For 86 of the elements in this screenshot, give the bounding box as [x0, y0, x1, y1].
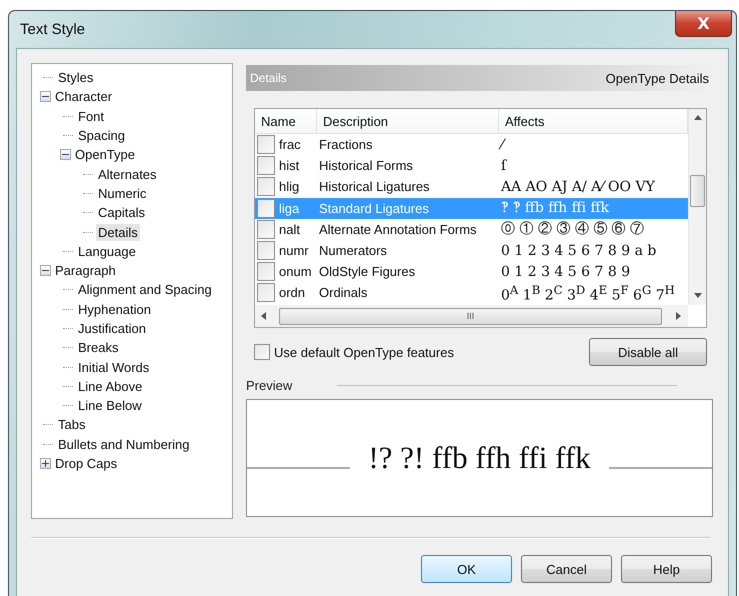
scroll-down-icon[interactable]: [694, 292, 702, 300]
checkbox[interactable]: [257, 177, 275, 196]
feature-name: liga: [278, 200, 300, 216]
tree-item[interactable]: Line Above: [76, 378, 144, 395]
tree-item[interactable]: OpenType: [73, 146, 137, 164]
vertical-scrollbar[interactable]: [688, 109, 706, 305]
scroll-left-icon[interactable]: [260, 312, 268, 320]
feature-sample: ⁄: [499, 136, 688, 153]
tree-item[interactable]: Drop Caps: [53, 455, 120, 472]
tree-item[interactable]: Justification: [76, 320, 148, 337]
column-header[interactable]: Description: [317, 109, 499, 133]
tree-item[interactable]: Details: [96, 224, 140, 241]
checkbox[interactable]: [257, 283, 275, 302]
tree-item[interactable]: Breaks: [76, 339, 120, 356]
checkbox[interactable]: [257, 135, 275, 154]
tree-item[interactable]: Font: [76, 108, 106, 125]
feature-sample: ſ: [500, 158, 508, 174]
checkbox[interactable]: [257, 262, 275, 282]
feature-name: numr: [278, 243, 309, 258]
checkbox[interactable]: [257, 241, 275, 260]
tree-item[interactable]: Capitals: [96, 204, 147, 222]
tree-item[interactable]: Alternates: [96, 166, 159, 183]
feature-description: OldStyle Figures: [318, 264, 416, 280]
feature-description: Ordinals: [318, 285, 368, 300]
feature-sample: AA AO AJ A/ A⁄ OO VY: [500, 178, 656, 195]
checkbox[interactable]: [257, 198, 275, 218]
feature-description: Fractions: [318, 137, 374, 152]
feature-description: Historical Ligatures: [318, 179, 431, 194]
feature-name: frac: [278, 137, 301, 152]
checkbox[interactable]: [257, 220, 275, 239]
feature-sample: 0 1 2 3 4 5 6 7 8 9: [500, 264, 632, 280]
checkbox[interactable]: [257, 156, 275, 176]
dialog-button[interactable]: Cancel: [521, 555, 612, 583]
tree-item[interactable]: Language: [76, 242, 138, 260]
feature-name: onum: [278, 264, 312, 280]
tree-item[interactable]: Alignment and Spacing: [76, 281, 214, 298]
feature-sample: ⓪ ① ② ③ ④ ⑤ ⑥ ⑦: [500, 220, 646, 238]
expand-icon[interactable]: [40, 458, 51, 470]
tree-item[interactable]: Paragraph: [53, 262, 118, 280]
feature-name: nalt: [278, 222, 300, 237]
table-row[interactable]: nalt Alternate Annotation Forms ⓪ ① ② ③ ④ ⑤ ⑥ ⑦: [255, 218, 688, 240]
tree-item[interactable]: Spacing: [76, 127, 127, 144]
collapse-icon[interactable]: [40, 265, 51, 276]
tree-item[interactable]: Character: [53, 88, 114, 106]
tree-item[interactable]: Hyphenation: [76, 300, 153, 318]
tree-item[interactable]: Tabs: [56, 416, 88, 434]
scroll-grip: III: [466, 311, 474, 321]
column-header[interactable]: Name: [255, 109, 317, 133]
dialog-button[interactable]: Help: [621, 555, 712, 583]
tree-item[interactable]: Styles: [56, 69, 96, 86]
feature-description: Historical Forms: [318, 158, 414, 174]
feature-description: Numerators: [318, 243, 388, 258]
scroll-thumb[interactable]: [690, 175, 705, 207]
feature-name: hist: [278, 158, 300, 174]
feature-description: Standard Ligatures: [318, 200, 430, 216]
table-row[interactable]: numr Numerators 0 1 2 3 4 5 6 7 8 9 a b: [255, 240, 688, 262]
collapse-icon[interactable]: [40, 91, 51, 102]
checkbox-label[interactable]: Use default OpenType features: [274, 344, 454, 360]
feature-sample: 0 1 2 3 4 5 6 7 8 9 a b: [500, 242, 658, 259]
window-title: Text Style: [20, 21, 86, 38]
scroll-up-icon[interactable]: [694, 114, 702, 122]
disable-all-button[interactable]: Disable all: [589, 338, 707, 366]
feature-sample: 0$^{A}$ 1$^{B}$ 2$^{C}$ 3$^{D}$ 4$^{E}$ 5$^{F}$ 6$^{G}$ 7$^{H}$: [500, 282, 676, 304]
tree-item[interactable]: Bullets and Numbering: [56, 436, 192, 453]
feature-name: ordn: [278, 285, 306, 300]
horizontal-scrollbar[interactable]: III: [255, 305, 688, 327]
preview-sample: !? ?! ffb ffh ffi ffk: [367, 440, 592, 476]
feature-sample: ‽ ‽ ffb ffh ffi ffk: [500, 200, 610, 216]
section-title: Details: [250, 71, 287, 85]
scroll-right-icon[interactable]: [675, 312, 683, 320]
table-row[interactable]: ordn Ordinals 0$^{A}$ 1$^{B}$ 2$^{C}$ 3$^{D}$ 4$^{E}$ 5$^{F}$ 6$^{G}$ 7$^{H}$: [255, 282, 688, 304]
table-row[interactable]: hist Historical Forms ſ: [255, 155, 688, 176]
table-row[interactable]: hlig Historical Ligatures AA AO AJ A/ A⁄ OO VY: [255, 176, 688, 198]
close-button[interactable]: X: [675, 11, 732, 37]
preview-label: Preview: [246, 378, 292, 392]
table-row[interactable]: onum OldStyle Figures 0 1 2 3 4 5 6 7 8 9: [255, 261, 688, 282]
tree-item[interactable]: Line Below: [76, 397, 144, 414]
feature-description: Alternate Annotation Forms: [318, 222, 478, 237]
feature-name: hlig: [278, 179, 300, 194]
tree-item[interactable]: Numeric: [96, 184, 148, 202]
tree-item[interactable]: Initial Words: [76, 358, 152, 376]
collapse-icon[interactable]: [60, 149, 71, 160]
table-row[interactable]: frac Fractions ⁄: [255, 134, 688, 156]
section-subtitle: OpenType Details: [606, 70, 709, 86]
checkbox[interactable]: [254, 344, 270, 360]
dialog-button[interactable]: OK: [421, 555, 512, 583]
